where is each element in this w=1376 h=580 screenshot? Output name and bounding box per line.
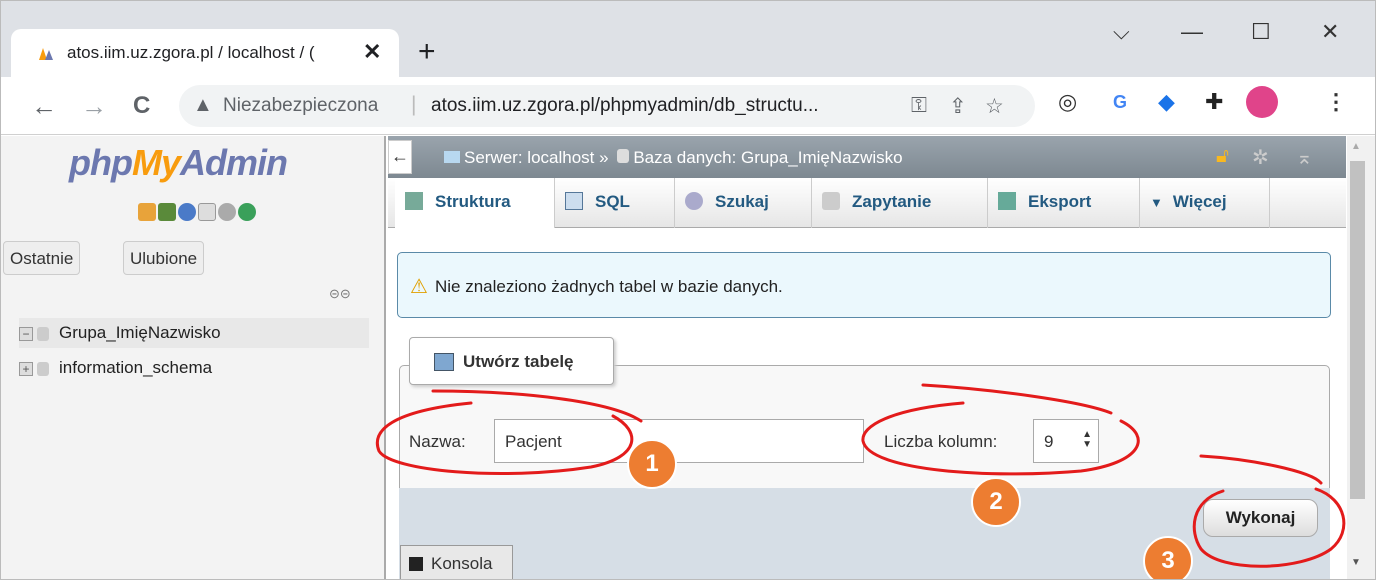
annotation-ellipse [861,401,1140,476]
annotation-stroke [431,389,643,423]
annotation-stroke [1199,454,1323,485]
annotation-overlay [375,383,1346,568]
callout-badge-2: 2 [971,477,1021,527]
annotation-ellipse [375,401,634,476]
browser-window: atos.iim.uz.zgora.pl / localhost / ( ✕ +… [0,0,1376,580]
callout-badge-3: 3 [1143,536,1193,579]
callout-badge-1: 1 [627,439,677,489]
annotation-stroke [921,383,1113,415]
annotation-ellipse [1192,487,1346,568]
